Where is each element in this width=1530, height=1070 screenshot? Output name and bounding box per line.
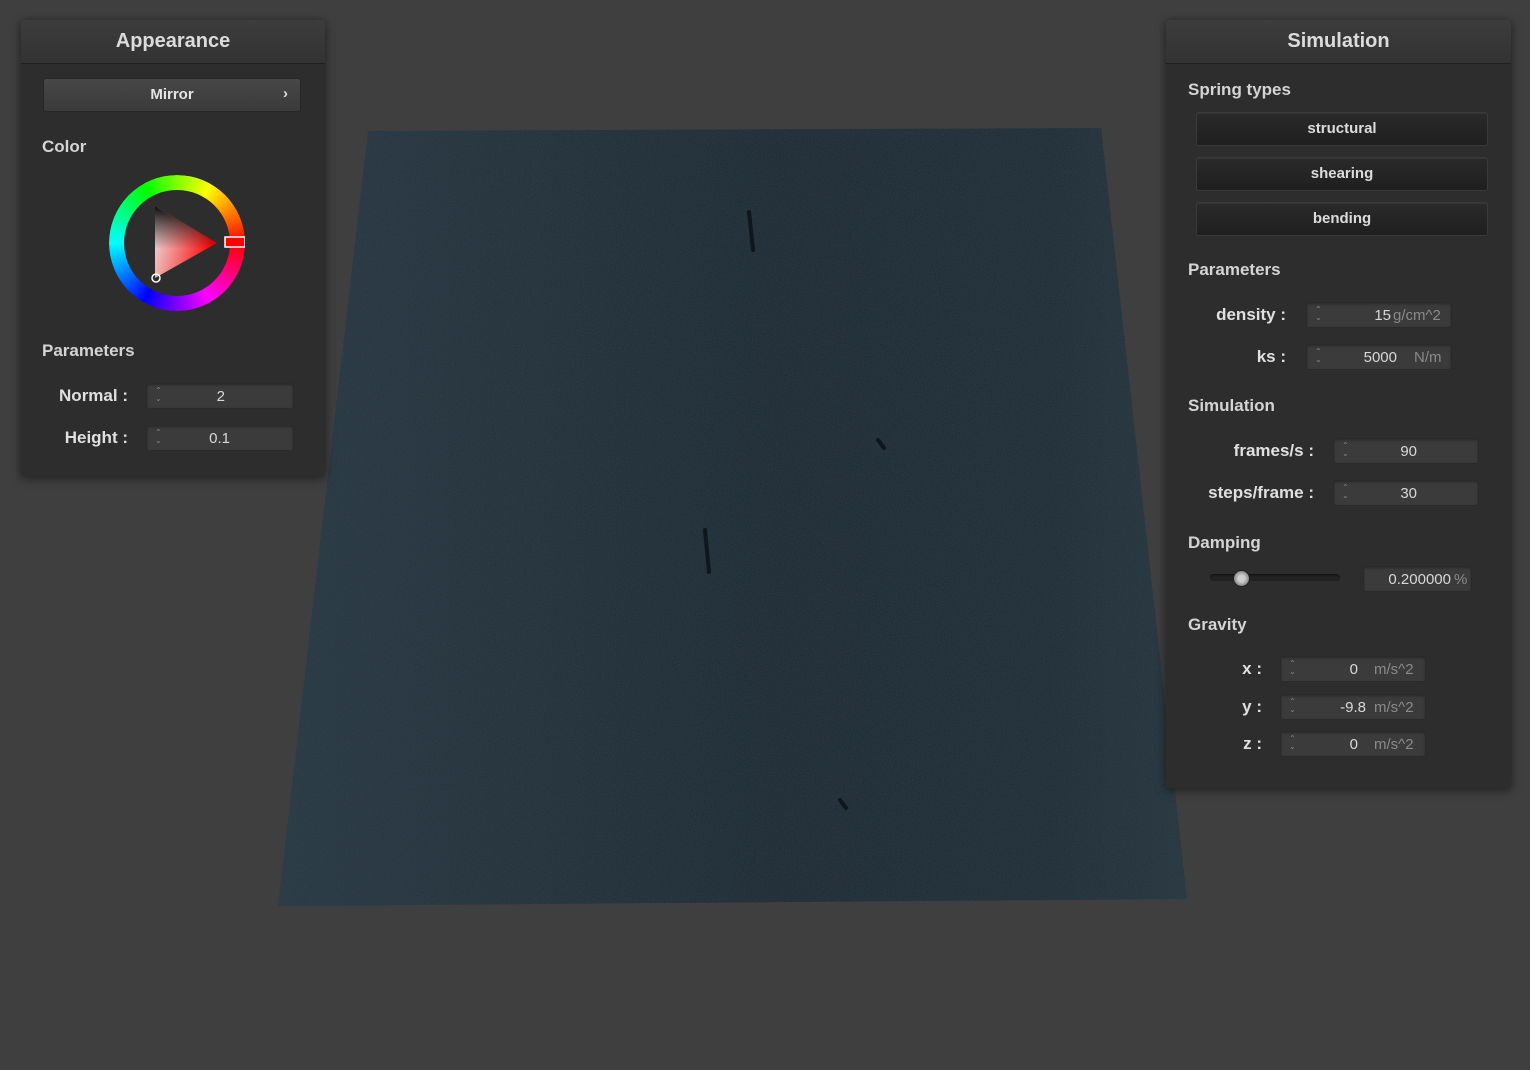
stepper-icon[interactable]: ⌃ ⌄ — [1289, 698, 1297, 716]
bending-button[interactable]: bending — [1196, 202, 1488, 236]
density-unit: g/cm^2 — [1393, 307, 1441, 324]
gravity-z-value: 0 — [1349, 736, 1358, 753]
cloth-texture — [278, 128, 1187, 906]
gravity-z-unit: m/s^2 — [1374, 736, 1414, 753]
gravity-x-value: 0 — [1349, 661, 1358, 678]
gravity-section-heading: Gravity — [1188, 615, 1247, 634]
normal-label: Normal : — [59, 386, 128, 405]
damping-slider[interactable] — [1210, 568, 1340, 588]
frames-per-s-label: frames/s : — [1233, 441, 1314, 460]
parameters-section-heading: Parameters — [1188, 260, 1281, 279]
shader-select[interactable]: Mirror › — [43, 78, 301, 112]
gravity-z-input[interactable]: ⌃ ⌄ 0 m/s^2 — [1280, 731, 1426, 757]
normal-input[interactable]: ⌃ ⌄ 2 — [146, 383, 294, 409]
height-input[interactable]: ⌃ ⌄ 0.1 — [146, 425, 294, 451]
appearance-panel: Appearance Mirror › Color Parameters Nor… — [21, 20, 325, 476]
structural-button[interactable]: structural — [1196, 112, 1488, 146]
ks-unit: N/m — [1414, 349, 1442, 366]
gravity-x-label: x : — [1242, 659, 1262, 678]
gravity-z-label: z : — [1243, 734, 1262, 753]
color-section-heading: Color — [42, 137, 87, 156]
density-value: 15 — [1374, 307, 1391, 324]
steps-per-frame-label: steps/frame : — [1208, 483, 1314, 502]
stepper-icon[interactable]: ⌃ ⌄ — [1342, 442, 1350, 460]
damping-section-heading: Damping — [1188, 533, 1261, 552]
panel-title: Simulation — [1166, 20, 1511, 64]
stepper-icon[interactable]: ⌃ ⌄ — [1315, 348, 1323, 366]
stepper-icon[interactable]: ⌃ ⌄ — [155, 429, 163, 447]
spring-types-heading: Spring types — [1188, 80, 1291, 99]
slider-knob[interactable] — [1233, 570, 1250, 587]
frames-per-s-input[interactable]: ⌃ ⌄ 90 — [1333, 438, 1479, 464]
chevron-right-icon: › — [283, 85, 288, 102]
parameters-section-heading: Parameters — [42, 341, 135, 360]
height-label: Height : — [64, 428, 128, 447]
steps-per-frame-value: 30 — [1400, 485, 1417, 502]
damping-unit: % — [1454, 571, 1468, 588]
simulation-panel: Simulation Spring types structural shear… — [1166, 20, 1511, 788]
stepper-icon[interactable]: ⌃ ⌄ — [1289, 735, 1297, 753]
steps-per-frame-input[interactable]: ⌃ ⌄ 30 — [1333, 480, 1479, 506]
hue-selector-handle[interactable] — [224, 236, 246, 248]
height-value: 0.1 — [209, 430, 230, 447]
gravity-y-value: -9.8 — [1340, 699, 1366, 716]
shearing-button[interactable]: shearing — [1196, 157, 1488, 191]
density-label: density : — [1216, 305, 1286, 324]
simulation-section-heading: Simulation — [1188, 396, 1275, 415]
gravity-x-unit: m/s^2 — [1374, 661, 1414, 678]
normal-value: 2 — [216, 388, 225, 405]
gravity-y-input[interactable]: ⌃ ⌄ -9.8 m/s^2 — [1280, 694, 1426, 720]
stepper-icon[interactable]: ⌃ ⌄ — [1289, 660, 1297, 678]
damping-input[interactable]: 0.200000 % — [1363, 566, 1472, 592]
gravity-y-unit: m/s^2 — [1374, 699, 1414, 716]
damping-value: 0.200000 — [1388, 571, 1451, 588]
stepper-icon[interactable]: ⌃ ⌄ — [1315, 306, 1323, 324]
slider-track — [1210, 574, 1340, 581]
color-wheel[interactable] — [109, 175, 246, 311]
gravity-y-label: y : — [1242, 697, 1262, 716]
ks-label: ks : — [1256, 347, 1286, 366]
ks-input[interactable]: ⌃ ⌄ 5000 N/m — [1306, 344, 1452, 370]
frames-per-s-value: 90 — [1400, 443, 1417, 460]
panel-title: Appearance — [21, 20, 325, 64]
stepper-icon[interactable]: ⌃ ⌄ — [1342, 484, 1350, 502]
gravity-x-input[interactable]: ⌃ ⌄ 0 m/s^2 — [1280, 656, 1426, 682]
ks-value: 5000 — [1363, 349, 1397, 366]
density-input[interactable]: ⌃ ⌄ 15 g/cm^2 — [1306, 302, 1452, 328]
shader-select-value: Mirror — [150, 86, 194, 103]
stepper-icon[interactable]: ⌃ ⌄ — [155, 387, 163, 405]
